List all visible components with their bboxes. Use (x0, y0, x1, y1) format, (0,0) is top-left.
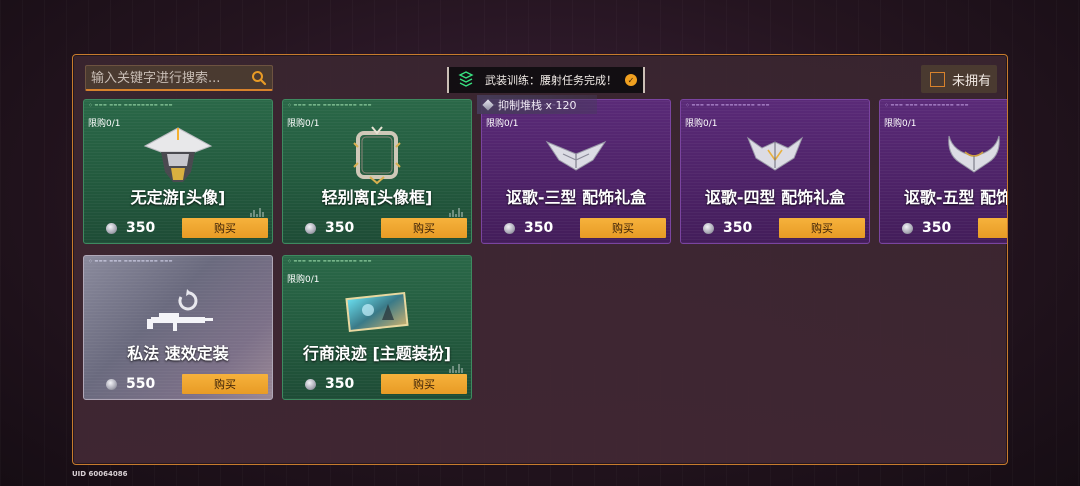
item-price: 350 (723, 220, 753, 236)
tooltip-text: 抑制堆栈 x 120 (498, 98, 577, 112)
shop-item-card[interactable]: ◇ ▬▬▬ ▬▬▬ ▬▬▬▬▬▬▬▬ ▬▬▬ 限购0/1 讴歌-三型 配饰礼盒 … (481, 99, 671, 244)
price-row: 350 (106, 220, 155, 236)
theme-card-icon (345, 291, 409, 333)
currency-icon (106, 378, 117, 390)
item-art (482, 120, 670, 190)
item-name: 无定游[头像] (130, 188, 226, 207)
search-input[interactable] (86, 66, 246, 90)
task-notice: 武装训练：腰射任务完成！ ✓ (447, 67, 645, 93)
shop-item-card[interactable]: ◇ ▬▬▬ ▬▬▬ ▬▬▬▬▬▬▬▬ ▬▬▬ 限购0/1 讴歌-五型 配饰礼盒 … (879, 99, 1007, 244)
buy-button[interactable]: 购买 (580, 218, 666, 238)
item-price: 550 (126, 376, 156, 392)
item-price: 350 (524, 220, 554, 236)
price-row: 350 (902, 220, 951, 236)
item-name: 讴歌-四型 配饰礼盒 (704, 188, 846, 207)
item-price: 350 (922, 220, 952, 236)
shop-item-card[interactable]: ◇ ▬▬▬ ▬▬▬ ▬▬▬▬▬▬▬▬ ▬▬▬ 限购0/1 轻别离[头像框] 35… (282, 99, 472, 244)
training-icon (458, 71, 474, 87)
wing-emblem-icon (948, 135, 1000, 173)
not-owned-filter[interactable]: 未拥有 (921, 65, 997, 93)
item-price: 350 (325, 220, 355, 236)
item-name: 讴歌-三型 配饰礼盒 (505, 188, 647, 207)
item-art (880, 120, 1007, 190)
price-row: 350 (703, 220, 752, 236)
buy-button[interactable]: 购买 (182, 374, 268, 394)
notice-text: 武装训练：腰射任务完成！ (485, 74, 617, 87)
card-header-text: ◇ ▬▬▬ ▬▬▬ ▬▬▬▬▬▬▬▬ ▬▬▬ (885, 102, 969, 107)
card-header-text: ◇ ▬▬▬ ▬▬▬ ▬▬▬▬▬▬▬▬ ▬▬▬ (288, 258, 372, 263)
item-name: 讴歌-五型 配饰礼盒 (903, 188, 1007, 207)
item-name: 行商浪迹 [主题装扮] (302, 344, 452, 363)
shop-item-card[interactable]: ◇ ▬▬▬ ▬▬▬ ▬▬▬▬▬▬▬▬ ▬▬▬ 限购0/1 无定游[头像] 350… (83, 99, 273, 244)
price-row: 350 (305, 220, 354, 236)
item-price: 350 (325, 376, 355, 392)
item-art (283, 276, 471, 346)
wing-emblem-icon (746, 136, 804, 171)
card-header-text: ◇ ▬▬▬ ▬▬▬ ▬▬▬▬▬▬▬▬ ▬▬▬ (89, 102, 173, 107)
avatar-frame-icon (353, 126, 401, 185)
price-row: 350 (504, 220, 553, 236)
deco-bars (449, 364, 463, 373)
item-name: 轻别离[头像框] (321, 188, 433, 207)
filter-label: 未拥有 (952, 73, 992, 89)
shop-panel: 武装训练：腰射任务完成！ ✓ 未拥有 ◇ ▬▬▬ ▬▬▬ ▬▬▬▬▬▬▬▬ ▬▬… (72, 54, 1008, 465)
gem-icon (482, 98, 494, 111)
item-art (84, 120, 272, 190)
buy-button[interactable]: 购买 (381, 374, 467, 394)
item-art (283, 120, 471, 190)
currency-icon (902, 222, 913, 234)
wing-emblem-icon (545, 140, 607, 171)
card-header-text: ◇ ▬▬▬ ▬▬▬ ▬▬▬▬▬▬▬▬ ▬▬▬ (89, 258, 173, 263)
currency-icon (305, 222, 316, 234)
item-name: 私法 速效定装 (127, 344, 229, 363)
deco-bars (250, 208, 264, 217)
price-row: 550 (106, 376, 155, 392)
currency-icon (504, 222, 515, 234)
shop-item-card[interactable]: ◇ ▬▬▬ ▬▬▬ ▬▬▬▬▬▬▬▬ ▬▬▬ 限购0/1 讴歌-四型 配饰礼盒 … (680, 99, 870, 244)
search-icon[interactable] (250, 69, 268, 87)
not-owned-checkbox[interactable] (930, 71, 945, 87)
item-tooltip: 抑制堆栈 x 120 (477, 95, 597, 114)
check-icon: ✓ (625, 74, 637, 86)
shop-item-card[interactable]: ◇ ▬▬▬ ▬▬▬ ▬▬▬▬▬▬▬▬ ▬▬▬ 私法 速效定装 550 购买 (83, 255, 273, 400)
buy-button[interactable]: 购买 (182, 218, 268, 238)
card-header-text: ◇ ▬▬▬ ▬▬▬ ▬▬▬▬▬▬▬▬ ▬▬▬ (686, 102, 770, 107)
card-header-text: ◇ ▬▬▬ ▬▬▬ ▬▬▬▬▬▬▬▬ ▬▬▬ (288, 102, 372, 107)
item-price: 350 (126, 220, 156, 236)
deco-bars (449, 208, 463, 217)
item-art (84, 276, 272, 346)
item-art (681, 120, 869, 190)
user-id: UID 60064086 (72, 470, 128, 478)
price-row: 350 (305, 376, 354, 392)
buy-button[interactable]: 购买 (779, 218, 865, 238)
rifle-icon (147, 289, 213, 331)
buy-button[interactable]: 购买 (381, 218, 467, 238)
search-box[interactable] (85, 65, 273, 91)
hat-avatar-icon (143, 127, 213, 182)
buy-button[interactable]: 购买 (978, 218, 1007, 238)
currency-icon (305, 378, 316, 390)
currency-icon (106, 222, 117, 234)
shop-item-card[interactable]: ◇ ▬▬▬ ▬▬▬ ▬▬▬▬▬▬▬▬ ▬▬▬ 限购0/1 行商浪迹 [主题装扮] (282, 255, 472, 400)
currency-icon (703, 222, 714, 234)
